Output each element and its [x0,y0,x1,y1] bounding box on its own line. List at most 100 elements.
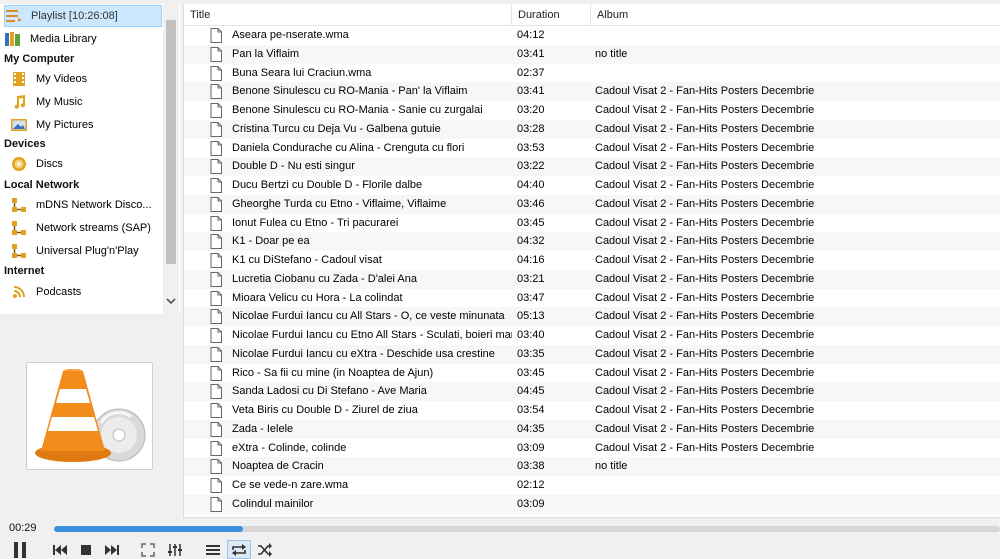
cell-album: Cadoul Visat 2 - Fan-Hits Posters Decemb… [595,404,815,416]
file-icon [210,103,222,118]
file-icon [210,215,222,231]
playlist-row[interactable]: K1 cu DiStefano - Cadoul visat 04:16 Cadou… [184,251,1000,270]
cell-title: Veta Biris cu Double D - Ziurel de ziua [232,404,418,416]
sidebar-scrollbar[interactable] [163,4,179,314]
previous-button[interactable] [48,540,72,559]
skip-next-icon [105,544,119,555]
sidebar-item-my-videos[interactable]: My Videos [10,68,162,90]
playlist-row[interactable]: K1 - Doar pe ea 04:32 Cadoul Visat 2 - Fan… [184,232,1000,251]
vlc-cone-icon [35,369,146,462]
playlist-row[interactable]: Veta Biris cu Double D - Ziurel de ziua 0… [184,401,1000,420]
cell-title: Benone Sinulescu cu RO-Mania - Sanie cu … [232,104,483,116]
cell-duration: 04:12 [517,29,545,41]
sidebar-item-sap[interactable]: Network streams (SAP) [10,217,162,239]
sidebar-item-label: Playlist [10:26:08] [31,10,118,22]
file-icon [210,196,222,212]
file-icon [210,346,222,362]
cell-title: Mioara Velicu cu Hora - La colindat [232,291,403,304]
playlist-row[interactable]: Noaptea de Cracin 03:38 no title [184,457,1000,476]
cell-duration: 03:38 [517,460,545,473]
playlist-row[interactable]: Sanda Ladosi cu Di Stefano - Ave Maria 04… [184,382,1000,401]
playlist-row[interactable]: Benone Sinulescu cu RO-Mania - Pan' la V… [184,82,1000,101]
cell-duration: 04:40 [517,179,545,191]
loop-button[interactable] [227,540,251,559]
cell-duration: 03:53 [517,141,545,154]
playlist-row[interactable]: Benone Sinulescu cu RO-Mania - Sanie cu … [184,101,1000,120]
elapsed-time: 00:29 [9,522,37,534]
vlc-window: Playlist [10:26:08] Media Library My Com… [0,0,1000,559]
playlist-rows: Aseara pe-nserate.wma 04:12 Pan la Viflaim… [184,26,1000,514]
cell-duration: 02:37 [517,66,545,79]
network-icon [10,196,28,214]
toggle-playlist-button[interactable] [201,540,225,559]
playlist-row[interactable]: Ce se vede-n zare.wma 02:12 [184,476,1000,495]
pause-button[interactable] [6,540,34,559]
playlist-icon [206,544,220,555]
stop-button[interactable] [75,540,97,559]
cell-duration: 03:41 [517,47,545,60]
playlist-row[interactable]: Cristina Turcu cu Deja Vu - Galbena gutu… [184,119,1000,139]
sidebar-item-media-library[interactable]: Media Library [4,28,162,50]
sidebar-item-my-pictures[interactable]: My Pictures [10,114,162,136]
file-icon [210,271,222,287]
sidebar-item-label: Universal Plug'n'Play [36,245,139,257]
playlist-row[interactable]: Nicolae Furdui Iancu cu All Stars - O, c… [184,307,1000,326]
playlist-row[interactable]: Double D - Nu esti singur 03:22 Cadoul Vis… [184,157,1000,176]
chevron-down-icon[interactable] [165,296,177,310]
disc-icon [10,155,28,173]
sidebar-item-playlist[interactable]: Playlist [10:26:08] [4,5,162,27]
cell-album: Cadoul Visat 2 - Fan-Hits Posters Decemb… [595,422,815,435]
playlist-row[interactable]: Ducu Bertzi cu Double D - Florile dalbe 0… [184,176,1000,195]
podcast-icon [10,283,28,301]
cell-album: Cadoul Visat 2 - Fan-Hits Posters Decemb… [595,291,815,304]
cell-album: no title [595,460,628,473]
playlist-row[interactable]: Buna Seara lui Craciun.wma 02:37 [184,64,1000,83]
sidebar-item-mdns[interactable]: mDNS Network Disco... [10,194,162,216]
seek-slider[interactable] [54,526,1000,532]
file-icon [210,421,222,437]
file-icon [210,65,222,81]
pause-icon [14,541,26,558]
sidebar-item-podcasts[interactable]: Podcasts [10,281,162,303]
playlist-row[interactable]: Mioara Velicu cu Hora - La colindat 03:47… [184,289,1000,308]
playlist-row[interactable]: Nicolae Furdui Iancu cu eXtra - Deschide… [184,344,1000,364]
fullscreen-button[interactable] [137,540,159,559]
cell-album: Cadoul Visat 2 - Fan-Hits Posters Decemb… [595,310,815,323]
sidebar-item-my-music[interactable]: My Music [10,91,162,113]
extended-settings-button[interactable] [163,540,187,559]
album-art-panel [26,362,153,470]
section-header-internet: Internet [4,265,45,277]
playlist-row[interactable]: eXtra - Colinde, colinde 03:09 Cadoul Visa… [184,439,1000,458]
sidebar-item-discs[interactable]: Discs [10,153,162,175]
cell-title: Benone Sinulescu cu RO-Mania - Pan' la V… [232,85,468,98]
playlist-row[interactable]: Ionut Fulea cu Etno - Tri pacurarei 03:45… [184,214,1000,233]
playlist-table[interactable]: Title Duration Album Aseara pe-nserate.w… [183,4,1000,518]
file-icon [210,496,222,512]
playlist-row[interactable]: Gheorghe Turda cu Etno - Viflaime, Vifla… [184,194,1000,214]
next-button[interactable] [100,540,124,559]
file-icon [210,46,222,62]
playlist-row[interactable]: Zada - Ielele 04:35 Cadoul Visat 2 - Fan-H… [184,419,1000,439]
file-icon [210,309,222,325]
cell-title: Nicolae Furdui Iancu cu All Stars - O, c… [232,310,505,323]
column-header-duration[interactable]: Duration [512,4,591,26]
network-icon [10,219,28,237]
cell-title: K1 cu DiStefano - Cadoul visat [232,254,382,266]
random-button[interactable] [253,540,277,559]
scrollbar-thumb[interactable] [166,20,176,264]
playlist-row[interactable]: Nicolae Furdui Iancu cu Etno All Stars -… [184,326,1000,345]
file-icon [210,384,222,400]
playlist-row[interactable]: Lucretia Ciobanu cu Zada - D'alei Ana 03:… [184,269,1000,289]
sidebar-item-upnp[interactable]: Universal Plug'n'Play [10,240,162,262]
playlist-row[interactable]: Pan la Viflaim 03:41 no title [184,44,1000,64]
playlist-row[interactable]: Daniela Condurache cu Alina - Crenguta c… [184,139,1000,158]
column-header-title[interactable]: Title [184,4,512,26]
playlist-row[interactable]: Rico - Sa fii cu mine (in Noaptea de Aju… [184,364,1000,383]
playlist-row[interactable]: Aseara pe-nserate.wma 04:12 [184,26,1000,45]
file-icon [210,178,222,193]
network-icon [10,242,28,260]
playlist-row[interactable]: Colindul mainilor 03:09 [184,494,1000,514]
column-header-album[interactable]: Album [591,4,1000,26]
cell-album: no title [595,47,628,60]
picture-icon [10,116,28,134]
